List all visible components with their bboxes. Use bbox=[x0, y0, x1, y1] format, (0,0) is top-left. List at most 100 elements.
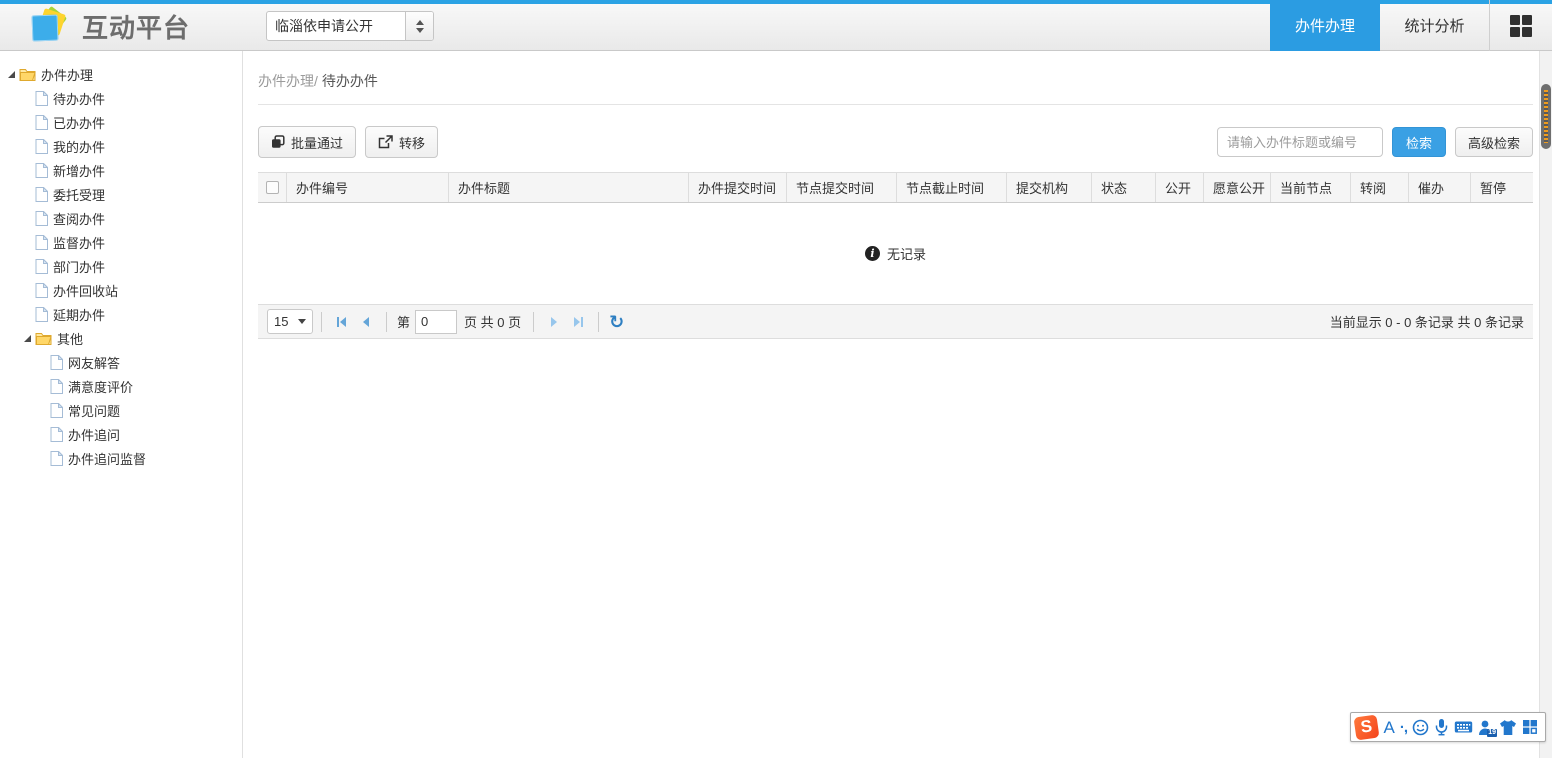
column-header[interactable]: 催办 bbox=[1408, 173, 1470, 202]
sidebar-item-yiban-banjian[interactable]: 已办办件 bbox=[0, 110, 242, 134]
tab-tongji-fenxi[interactable]: 统计分析 bbox=[1380, 0, 1490, 51]
scrollbar-thumb[interactable] bbox=[1541, 84, 1551, 149]
search-input[interactable] bbox=[1217, 127, 1383, 157]
site-select-value[interactable]: 临淄依申请公开 bbox=[267, 12, 405, 40]
keyboard-icon[interactable] bbox=[1454, 720, 1473, 734]
table-header-row: 办件编号 办件标题 办件提交时间 节点提交时间 节点截止时间 提交机构 状态 公… bbox=[258, 172, 1533, 203]
column-header[interactable]: 办件编号 bbox=[286, 173, 448, 202]
tree-folder-banjian[interactable]: 办件办理 bbox=[0, 62, 242, 86]
toolbox-icon[interactable] bbox=[1522, 719, 1538, 735]
refresh-icon[interactable]: ↻ bbox=[609, 313, 624, 331]
voice-input-icon[interactable] bbox=[1434, 718, 1449, 736]
emoji-icon[interactable] bbox=[1412, 719, 1429, 736]
sidebar-tree: 办件办理 待办办件 已办办件 我的办件 新增办件 委托受理 bbox=[0, 51, 243, 758]
divider bbox=[533, 312, 534, 332]
sidebar-item-banjian-zhuiwen[interactable]: 办件追问 bbox=[0, 422, 242, 446]
sidebar-item-wode-banjian[interactable]: 我的办件 bbox=[0, 134, 242, 158]
sidebar-item-banjian-zhuiwen-jiandu[interactable]: 办件追问监督 bbox=[0, 446, 242, 470]
search-button[interactable]: 检索 bbox=[1392, 127, 1446, 157]
sidebar-item-yanqi-banjian[interactable]: 延期办件 bbox=[0, 302, 242, 326]
breadcrumb: 办件办理/待办办件 bbox=[258, 51, 1533, 105]
document-icon bbox=[50, 355, 63, 370]
breadcrumb-parent[interactable]: 办件办理/ bbox=[258, 73, 318, 89]
app-title: 互动平台 bbox=[82, 8, 190, 45]
document-icon bbox=[35, 259, 48, 274]
punctuation-mode-icon[interactable]: ·, bbox=[1400, 720, 1407, 735]
page-size-select[interactable]: 15 bbox=[267, 309, 313, 334]
sidebar-item-chayue-banjian[interactable]: 查阅办件 bbox=[0, 206, 242, 230]
sidebar-item-wangyou-jieda[interactable]: 网友解答 bbox=[0, 350, 242, 374]
document-icon bbox=[35, 115, 48, 130]
tree-expand-icon[interactable] bbox=[24, 335, 31, 342]
sidebar-item-manyidu-pingjia[interactable]: 满意度评价 bbox=[0, 374, 242, 398]
document-icon bbox=[35, 139, 48, 154]
sidebar-item-jiandu-banjian[interactable]: 监督办件 bbox=[0, 230, 242, 254]
divider bbox=[321, 312, 322, 332]
ime-toolbar: S A ·, 19 bbox=[1350, 712, 1546, 742]
app-header: 互动平台 临淄依申请公开 办件办理 统计分析 bbox=[0, 0, 1552, 51]
column-header[interactable]: 暂停 bbox=[1470, 173, 1533, 202]
column-header[interactable]: 愿意公开 bbox=[1203, 173, 1270, 202]
column-header[interactable]: 节点提交时间 bbox=[786, 173, 896, 202]
folder-icon bbox=[19, 67, 36, 81]
scrollbar-track[interactable] bbox=[1539, 51, 1552, 758]
tab-banjian-banli[interactable]: 办件办理 bbox=[1270, 0, 1380, 51]
pagination-bar: 15 第 页 共 0 页 bbox=[258, 304, 1533, 339]
toolbar: 批量通过 转移 检索 高级检索 bbox=[258, 126, 1533, 158]
stack-icon bbox=[271, 135, 285, 149]
dropdown-arrow-icon bbox=[298, 319, 306, 324]
sidebar-item-daiban-banjian[interactable]: 待办办件 bbox=[0, 86, 242, 110]
column-header[interactable]: 办件标题 bbox=[448, 173, 688, 202]
column-header[interactable]: 公开 bbox=[1155, 173, 1203, 202]
column-header[interactable]: 办件提交时间 bbox=[688, 173, 786, 202]
empty-message: 无记录 bbox=[887, 244, 926, 263]
last-page-button[interactable] bbox=[566, 310, 590, 334]
apps-grid-icon[interactable] bbox=[1510, 15, 1532, 37]
column-header[interactable]: 转阅 bbox=[1350, 173, 1408, 202]
sidebar-item-xinzeng-banjian[interactable]: 新增办件 bbox=[0, 158, 242, 182]
tree-folder-qita[interactable]: 其他 bbox=[0, 326, 242, 350]
page-size-value: 15 bbox=[274, 314, 288, 329]
user-dict-icon[interactable]: 19 bbox=[1478, 719, 1494, 736]
spin-down-icon bbox=[416, 28, 424, 33]
prev-page-button[interactable] bbox=[354, 310, 378, 334]
select-all-checkbox[interactable] bbox=[266, 181, 279, 194]
skin-icon[interactable] bbox=[1499, 719, 1517, 736]
document-icon bbox=[35, 235, 48, 250]
document-icon bbox=[35, 187, 48, 202]
info-icon: i bbox=[865, 246, 880, 261]
divider bbox=[598, 312, 599, 332]
column-header[interactable]: 节点截止时间 bbox=[896, 173, 1006, 202]
divider bbox=[386, 312, 387, 332]
sogou-logo-icon[interactable]: S bbox=[1354, 714, 1380, 740]
next-page-button[interactable] bbox=[542, 310, 566, 334]
document-icon bbox=[50, 403, 63, 418]
column-header[interactable]: 提交机构 bbox=[1006, 173, 1091, 202]
tree-expand-icon[interactable] bbox=[8, 71, 15, 78]
sidebar-item-changjian-wenti[interactable]: 常见问题 bbox=[0, 398, 242, 422]
batch-pass-label: 批量通过 bbox=[291, 133, 343, 152]
records-summary: 当前显示 0 - 0 条记录 共 0 条记录 bbox=[1330, 312, 1524, 331]
advanced-search-button[interactable]: 高级检索 bbox=[1455, 127, 1533, 157]
folder-icon bbox=[35, 331, 52, 345]
page-number-input[interactable] bbox=[415, 310, 457, 334]
search-group: 检索 高级检索 bbox=[1217, 127, 1533, 157]
column-header[interactable]: 状态 bbox=[1091, 173, 1155, 202]
sidebar-item-banjian-huishouzhan[interactable]: 办件回收站 bbox=[0, 278, 242, 302]
transfer-button[interactable]: 转移 bbox=[365, 126, 438, 158]
document-icon bbox=[35, 211, 48, 226]
empty-state: i 无记录 bbox=[258, 203, 1533, 304]
site-select-spinner[interactable] bbox=[405, 12, 433, 40]
table-header-checkbox-cell bbox=[258, 173, 286, 202]
document-icon bbox=[50, 451, 63, 466]
column-header[interactable]: 当前节点 bbox=[1270, 173, 1350, 202]
document-icon bbox=[50, 379, 63, 394]
document-icon bbox=[35, 283, 48, 298]
sidebar-item-bumen-banjian[interactable]: 部门办件 bbox=[0, 254, 242, 278]
batch-pass-button[interactable]: 批量通过 bbox=[258, 126, 356, 158]
sidebar-item-weituo-shouli[interactable]: 委托受理 bbox=[0, 182, 242, 206]
spin-up-icon bbox=[416, 20, 424, 25]
site-select[interactable]: 临淄依申请公开 bbox=[266, 11, 434, 41]
language-mode-icon[interactable]: A bbox=[1383, 719, 1394, 736]
first-page-button[interactable] bbox=[330, 310, 354, 334]
